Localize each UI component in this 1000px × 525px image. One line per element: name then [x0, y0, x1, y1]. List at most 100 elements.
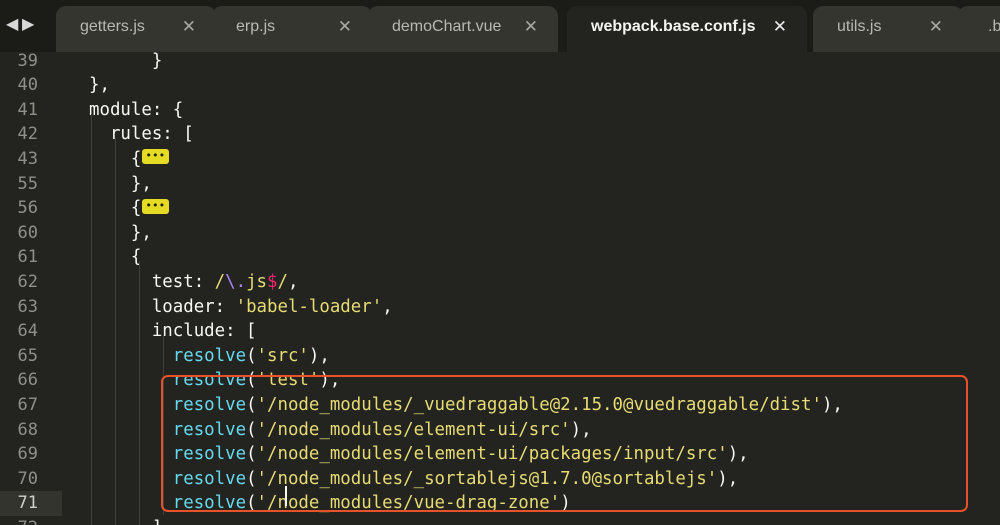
line-number-text: 62	[17, 271, 38, 292]
highlight-annotation-box	[161, 375, 968, 512]
line-number: 43	[0, 147, 62, 172]
code-editor[interactable]: 39 40 41 42 43 55 56 60 61 62 63 64 65 66 67 68 69 70 71 72…	[0, 52, 1000, 525]
tab-scroll-left-icon[interactable]: ◀	[6, 14, 18, 34]
line-number: 69	[0, 442, 62, 467]
text-cursor	[285, 486, 287, 506]
tab-overflow[interactable]: .b	[958, 6, 1000, 52]
code-line[interactable]: },	[89, 172, 152, 197]
tab-label: utils.js	[837, 18, 882, 35]
code-token: js	[246, 271, 268, 292]
fold-marker-icon[interactable]	[142, 144, 170, 169]
tab-label: webpack.base.conf.js	[591, 18, 756, 35]
code-token: ,	[382, 296, 393, 317]
line-number-text: 42	[17, 124, 38, 145]
code-line[interactable]: },	[89, 73, 110, 98]
code-line[interactable]: }	[89, 52, 162, 73]
indent-guide	[91, 114, 92, 525]
code-token: }	[89, 52, 163, 71]
code-line[interactable]: {	[89, 144, 170, 172]
tab-label: demoChart.vue	[392, 18, 502, 35]
line-number: 64	[0, 319, 62, 344]
line-number-text: 55	[17, 173, 38, 194]
code-token: resolve	[172, 345, 247, 366]
line-number: 40	[0, 73, 62, 98]
line-number: 63	[0, 295, 62, 320]
code-token: rules: [	[89, 124, 194, 145]
code-token: /	[277, 271, 288, 292]
line-number: 61	[0, 245, 62, 270]
code-token: },	[89, 222, 152, 243]
line-number: 41	[0, 98, 62, 123]
line-number: 67	[0, 393, 62, 418]
line-number-text: 39	[17, 52, 38, 71]
code-token: loader:	[89, 296, 236, 317]
code-line[interactable]: },	[89, 221, 152, 246]
close-icon[interactable]: ✕	[773, 17, 787, 37]
tab-demochart-vue[interactable]: demoChart.vue ✕	[368, 6, 558, 52]
line-number-text: 60	[17, 222, 38, 243]
tab-bar: ◀ ▶ getters.js ✕ erp.js ✕ demoChart.vue …	[0, 0, 1000, 52]
line-number: 56	[0, 196, 62, 221]
line-number: 42	[0, 122, 62, 147]
code-token: (	[246, 345, 257, 366]
line-number: 68	[0, 418, 62, 443]
line-number: 39	[0, 52, 62, 73]
line-number: 71	[0, 491, 62, 516]
code-token: $	[267, 271, 278, 292]
line-number: 55	[0, 172, 62, 197]
indent-guide	[139, 261, 140, 525]
code-line[interactable]: loader: 'babel-loader',	[89, 295, 393, 320]
tab-label: getters.js	[80, 18, 145, 35]
line-number: 72	[0, 516, 62, 525]
line-number-text: 56	[17, 198, 38, 219]
line-number-text: 66	[17, 370, 38, 391]
code-token: module: {	[89, 99, 184, 120]
code-token: 'babel-loader'	[235, 296, 383, 317]
line-number: 66	[0, 368, 62, 393]
line-number-text: 64	[17, 321, 38, 342]
tab-utils-js[interactable]: utils.js ✕	[813, 6, 963, 52]
code-line[interactable]: {	[89, 194, 170, 221]
line-number-text: 43	[17, 148, 38, 169]
code-token: ),	[308, 345, 330, 366]
line-number-text: 40	[17, 75, 38, 96]
close-icon[interactable]: ✕	[929, 17, 943, 37]
line-number-text: 70	[17, 468, 38, 489]
tab-scroll-right-icon[interactable]: ▶	[22, 14, 34, 34]
line-number-text: 65	[17, 345, 38, 366]
close-icon[interactable]: ✕	[182, 17, 196, 37]
code-token: ]	[89, 518, 162, 525]
line-number-text: 67	[17, 394, 38, 415]
tab-label: .b	[988, 18, 1000, 35]
tab-getters-js[interactable]: getters.js ✕	[56, 6, 216, 52]
tab-label: erp.js	[236, 18, 276, 35]
line-number-text: 68	[17, 419, 38, 440]
code-token: \.	[225, 271, 247, 292]
code-line[interactable]: rules: [	[89, 122, 194, 147]
line-number: 65	[0, 344, 62, 369]
code-token: test:	[89, 271, 215, 292]
line-number-text: 69	[17, 444, 38, 465]
code-token: /	[214, 271, 226, 292]
line-number-text: 41	[17, 99, 38, 120]
line-number: 60	[0, 221, 62, 246]
tab-erp-js[interactable]: erp.js ✕	[212, 6, 372, 52]
tab-webpack-base-conf-js[interactable]: webpack.base.conf.js ✕	[567, 6, 807, 52]
line-number-text: 72	[18, 516, 38, 525]
line-number: 70	[0, 467, 62, 492]
code-line[interactable]: ]	[89, 516, 162, 525]
indent-guide	[115, 138, 116, 525]
line-number-text: 63	[17, 296, 38, 317]
code-token: },	[89, 75, 110, 96]
code-line[interactable]: module: {	[89, 98, 183, 123]
code-token: ,	[288, 271, 299, 292]
line-number-text: 61	[17, 247, 38, 268]
code-token: 'src'	[256, 345, 309, 366]
code-line[interactable]: resolve('src'),	[89, 344, 330, 369]
code-line[interactable]: test: /\.js$/,	[89, 270, 299, 295]
line-number: 62	[0, 270, 62, 295]
close-icon[interactable]: ✕	[524, 17, 538, 37]
close-icon[interactable]: ✕	[338, 17, 352, 37]
fold-marker-icon[interactable]	[142, 194, 170, 218]
